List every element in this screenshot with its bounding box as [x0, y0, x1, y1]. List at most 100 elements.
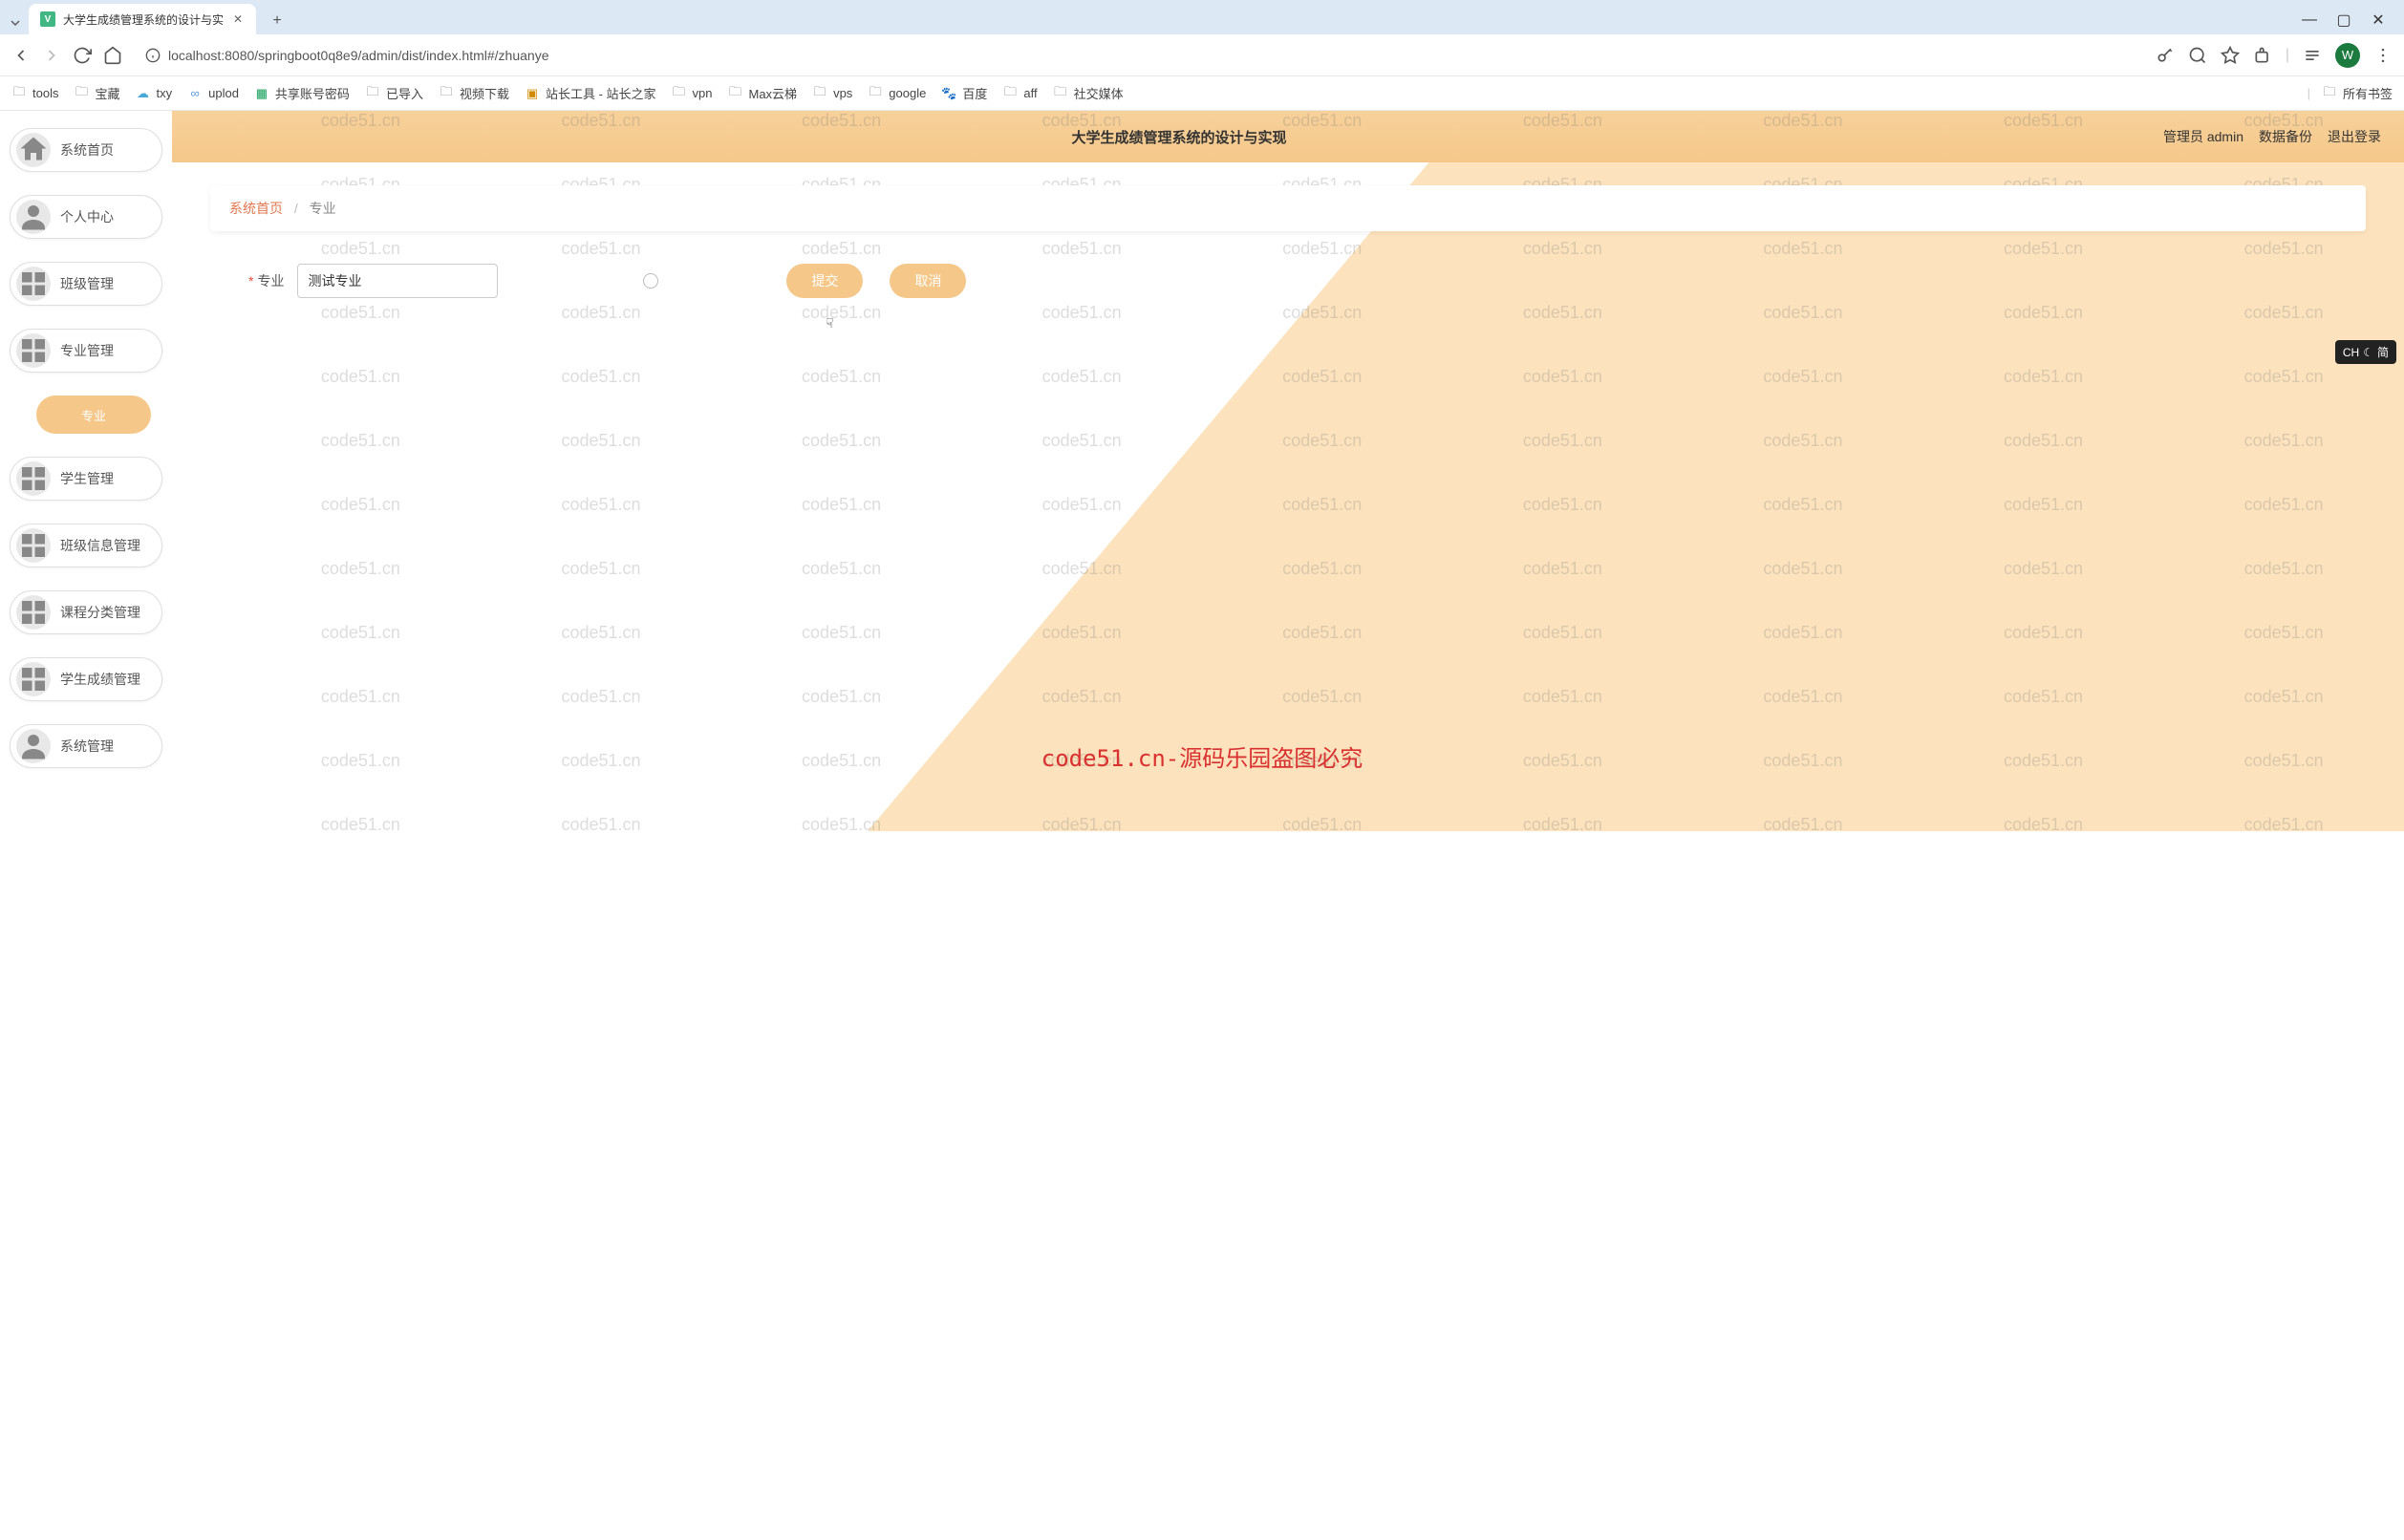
browser-tab[interactable]: V 大学生成绩管理系统的设计与实 ✕ — [29, 4, 256, 34]
vue-favicon: V — [40, 11, 55, 27]
sidebar-item-coursecategory[interactable]: 课程分类管理 — [10, 590, 162, 634]
required-indicator: * — [248, 273, 253, 289]
tab-title: 大学生成绩管理系统的设计与实 — [63, 11, 224, 28]
sidebar-item-student[interactable]: 学生管理 — [10, 457, 162, 501]
key-icon[interactable] — [2156, 46, 2175, 65]
grid-icon — [16, 333, 51, 368]
folder-icon: 🗀 — [1053, 86, 1068, 101]
sidebar-item-system[interactable]: 系统管理 — [10, 724, 162, 768]
bookmark-item[interactable]: 🗀Max云梯 — [728, 84, 798, 102]
folder-icon: 🗀 — [2322, 86, 2337, 101]
cancel-button[interactable]: 取消 — [890, 264, 966, 298]
breadcrumb-separator: / — [294, 201, 298, 216]
bookmark-item[interactable]: 🗀宝藏 — [74, 84, 119, 102]
bookmark-item[interactable]: ∞uplod — [187, 86, 239, 101]
sidebar-item-classinfo[interactable]: 班级信息管理 — [10, 524, 162, 567]
bookmark-item[interactable]: 🗀vps — [812, 86, 852, 101]
bookmark-item[interactable]: 🗀google — [868, 86, 926, 101]
main-content: 大学生成绩管理系统的设计与实现 管理员 admin 数据备份 退出登录 系统首页… — [172, 111, 2404, 1540]
user-label[interactable]: 管理员 admin — [2163, 127, 2243, 146]
bookmark-item[interactable]: ☁txy — [135, 86, 172, 101]
info-icon — [145, 48, 161, 63]
bookmark-item[interactable]: ▣站长工具 - 站长之家 — [525, 84, 656, 102]
close-icon[interactable]: ✕ — [231, 12, 245, 26]
folder-icon: 🗀 — [11, 86, 27, 101]
sidebar-submenu-major[interactable]: 专业 — [36, 396, 151, 434]
folder-icon: 🗀 — [728, 86, 743, 101]
folder-icon: 🗀 — [1002, 86, 1018, 101]
profile-avatar[interactable]: W — [2335, 43, 2360, 68]
zoom-icon[interactable] — [2188, 46, 2207, 65]
sidebar-item-label: 专业管理 — [60, 341, 114, 360]
bookmark-item[interactable]: 🗀社交媒体 — [1053, 84, 1124, 102]
sidebar-item-class[interactable]: 班级管理 — [10, 262, 162, 306]
reading-list-icon[interactable] — [2303, 46, 2322, 65]
extensions-icon[interactable] — [2253, 46, 2272, 65]
bookmark-item[interactable]: 🗀tools — [11, 86, 58, 101]
home-icon — [16, 133, 51, 167]
back-icon[interactable] — [11, 46, 31, 65]
grid-icon — [16, 267, 51, 301]
sidebar-item-label: 学生管理 — [60, 469, 114, 488]
bookmarks-bar: 🗀tools 🗀宝藏 ☁txy ∞uplod ▦共享账号密码 🗀已导入 🗀视频下… — [0, 76, 2404, 111]
bookmark-item[interactable]: ▦共享账号密码 — [254, 84, 350, 102]
major-input[interactable] — [297, 264, 498, 298]
menu-icon[interactable] — [2373, 46, 2393, 65]
folder-icon: 🗀 — [365, 86, 380, 101]
forward-icon[interactable] — [42, 46, 61, 65]
window-controls: — ▢ ✕ — [2301, 11, 2396, 34]
breadcrumb-home[interactable]: 系统首页 — [229, 201, 283, 216]
tool-icon: ▣ — [525, 86, 540, 101]
baidu-icon: 🐾 — [941, 86, 956, 101]
sidebar-item-major[interactable]: 专业管理 — [10, 329, 162, 373]
submenu-label: 专业 — [81, 406, 106, 424]
grid-icon — [16, 528, 51, 563]
user-icon — [16, 200, 51, 234]
grid-icon — [16, 662, 51, 696]
ime-indicator[interactable]: CH ☾ 简 — [2335, 340, 2396, 364]
home-icon[interactable] — [103, 46, 122, 65]
form-label-major: * 专业 — [248, 271, 284, 290]
sidebar-item-label: 课程分类管理 — [60, 603, 140, 622]
chevron-down-icon[interactable] — [8, 15, 23, 31]
sidebar-item-label: 个人中心 — [60, 207, 114, 226]
sidebar-item-label: 班级信息管理 — [60, 536, 140, 555]
app-root: 系统首页 个人中心 班级管理 专业管理 专业 学生管理 班级信息管理 课程分类管… — [0, 111, 2404, 1540]
folder-icon: 🗀 — [812, 86, 827, 101]
sidebar-item-label: 系统管理 — [60, 737, 114, 756]
browser-toolbar: localhost:8080/springboot0q8e9/admin/dis… — [0, 34, 2404, 76]
maximize-icon[interactable]: ▢ — [2335, 11, 2352, 29]
star-icon[interactable] — [2221, 46, 2240, 65]
user-icon — [16, 729, 51, 763]
form-row-major: * 专业 提交 取消 — [210, 254, 2366, 308]
logout-link[interactable]: 退出登录 — [2328, 127, 2381, 146]
grid-icon — [16, 461, 51, 496]
bookmark-item[interactable]: 🗀vpn — [672, 86, 713, 101]
folder-icon: 🗀 — [74, 86, 89, 101]
sidebar-item-grades[interactable]: 学生成绩管理 — [10, 657, 162, 701]
minimize-icon[interactable]: — — [2301, 11, 2318, 29]
breadcrumb: 系统首页 / 专业 — [210, 185, 2366, 231]
folder-icon: 🗀 — [672, 86, 687, 101]
bookmark-item[interactable]: 🗀已导入 — [365, 84, 423, 102]
app-header: 大学生成绩管理系统的设计与实现 管理员 admin 数据备份 退出登录 — [172, 111, 2404, 162]
link-icon: ∞ — [187, 86, 203, 101]
close-window-icon[interactable]: ✕ — [2370, 11, 2387, 29]
all-bookmarks[interactable]: 🗀所有书签 — [2322, 84, 2393, 102]
submit-button[interactable]: 提交 — [786, 264, 863, 298]
bookmark-item[interactable]: 🗀视频下载 — [439, 84, 509, 102]
bookmark-item[interactable]: 🐾百度 — [941, 84, 987, 102]
grid-icon — [16, 595, 51, 630]
bookmark-item[interactable]: 🗀aff — [1002, 86, 1037, 101]
sidebar-item-home[interactable]: 系统首页 — [10, 128, 162, 172]
new-tab-button[interactable]: + — [264, 8, 290, 34]
folder-icon: 🗀 — [868, 86, 883, 101]
sheet-icon: ▦ — [254, 86, 269, 101]
url-bar[interactable]: localhost:8080/springboot0q8e9/admin/dis… — [134, 40, 2144, 71]
backup-link[interactable]: 数据备份 — [2259, 127, 2312, 146]
url-text: localhost:8080/springboot0q8e9/admin/dis… — [168, 48, 2133, 63]
sidebar-item-label: 系统首页 — [60, 140, 114, 160]
browser-tab-strip: V 大学生成绩管理系统的设计与实 ✕ + — ▢ ✕ — [0, 0, 2404, 34]
sidebar-item-profile[interactable]: 个人中心 — [10, 195, 162, 239]
reload-icon[interactable] — [73, 46, 92, 65]
